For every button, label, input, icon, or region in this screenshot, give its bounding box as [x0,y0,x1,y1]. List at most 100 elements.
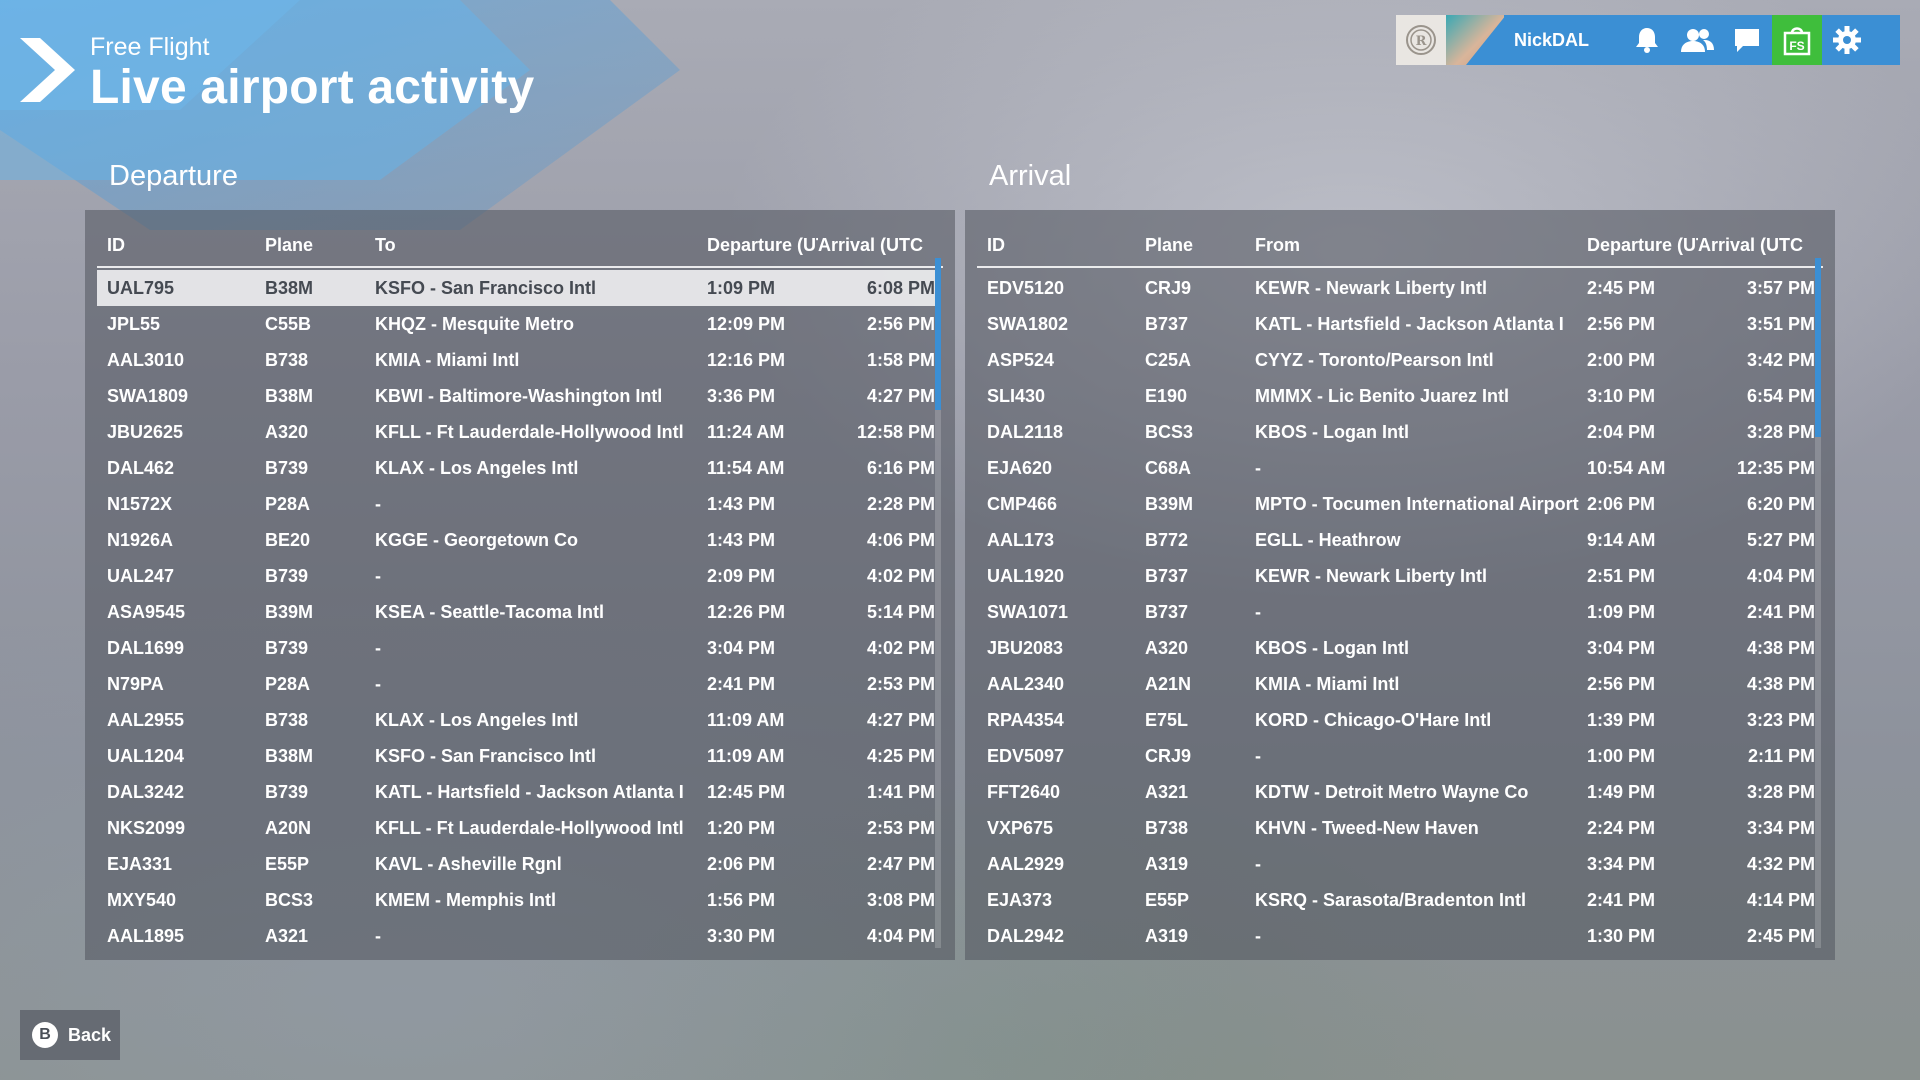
col-header-departure[interactable]: Departure (UTC) [1585,235,1698,256]
table-row[interactable]: CMP466 B39M MPTO - Tocumen International A… [977,486,1815,522]
cell-id: SWA1802 [987,313,1069,334]
table-row[interactable]: AAL2955 B738 KLAX - Los Angeles Intl 11:09 … [97,702,935,738]
cell-arrival: 5:27 PM [1746,529,1815,550]
table-row[interactable]: VXP675 B738 KHVN - Tweed-New Haven 2:24 PM 3… [977,810,1815,846]
cell-arrival: 3:23 PM [1746,709,1815,730]
cell-to: KMEM - Memphis Intl [375,889,556,910]
arrival-title: Arrival [989,160,1072,192]
table-row[interactable]: AAL2340 A21N KMIA - Miami Intl 2:56 PM 4:38 … [977,666,1815,702]
table-row[interactable]: UAL247 B739 - 2:09 PM 4:02 PM [97,558,935,594]
username[interactable]: NickDAL [1514,30,1604,51]
table-row[interactable]: N1926A BE20 KGGE - Georgetown Co 1:43 PM 4:0… [97,522,935,558]
table-row[interactable]: JPL55 C55B KHQZ - Mesquite Metro 12:09 PM 2:… [97,306,935,342]
cell-id: MXY540 [107,889,177,910]
table-row[interactable]: UAL1204 B38M KSFO - San Francisco Intl 11:0… [97,738,935,774]
table-row[interactable]: FFT2640 A321 KDTW - Detroit Metro Wayne Co… [977,774,1815,810]
avatar[interactable] [1446,15,1504,65]
table-row[interactable]: SWA1809 B38M KBWI - Baltimore-Washington I… [97,378,935,414]
table-row[interactable]: ASP524 C25A CYYZ - Toronto/Pearson Intl 2:0… [977,342,1815,378]
cell-to: KGGE - Georgetown Co [375,529,579,550]
store-icon[interactable]: FS [1772,15,1822,65]
cell-plane: B738 [265,349,309,370]
table-row[interactable]: JBU2625 A320 KFLL - Ft Lauderdale-Hollywoo… [97,414,935,450]
table-row[interactable]: EJA620 C68A - 10:54 AM 12:35 PM [977,450,1815,486]
cell-from: CYYZ - Toronto/Pearson Intl [1255,349,1494,370]
departure-scrollbar[interactable] [935,258,941,948]
col-header-arrival[interactable]: Arrival (UTC) [818,235,923,256]
cell-plane: A319 [1145,925,1189,946]
chat-icon[interactable] [1722,15,1772,65]
table-row[interactable]: SWA1071 B737 - 1:09 PM 2:41 PM [977,594,1815,630]
cell-departure: 12:09 PM [707,313,786,334]
table-row[interactable]: DAL462 B739 KLAX - Los Angeles Intl 11:54 A… [97,450,935,486]
table-row[interactable]: DAL2118 BCS3 KBOS - Logan Intl 2:04 PM 3:28 … [977,414,1815,450]
table-row[interactable]: AAL3010 B738 KMIA - Miami Intl 12:16 PM 1:58… [97,342,935,378]
table-row[interactable]: RPA4354 E75L KORD - Chicago-O'Hare Intl 1:3… [977,702,1815,738]
cell-from: - [1255,601,1261,622]
cell-plane: B38M [265,745,314,766]
cell-to: - [375,565,381,586]
cell-to: KMIA - Miami Intl [375,349,520,370]
col-header-to[interactable]: To [375,235,705,256]
cell-to: KSFO - San Francisco Intl [375,277,597,298]
cell-departure: 3:04 PM [1587,637,1656,658]
cell-arrival: 2:47 PM [866,853,935,874]
cell-id: AAL1895 [107,925,185,946]
table-row[interactable]: EJA373 E55P KSRQ - Sarasota/Bradenton Intl… [977,882,1815,918]
friends-icon[interactable] [1672,15,1722,65]
departure-scroll-thumb[interactable] [935,258,941,410]
table-row[interactable]: DAL1699 B739 - 3:04 PM 4:02 PM [97,630,935,666]
cell-departure: 1:56 PM [707,889,776,910]
table-row[interactable]: N79PA P28A - 2:41 PM 2:53 PM [97,666,935,702]
cell-to: KATL - Hartsfield - Jackson Atlanta I [375,781,684,802]
table-row[interactable]: DAL3242 B739 KATL - Hartsfield - Jackson A… [97,774,935,810]
arrival-scroll-thumb[interactable] [1815,258,1821,437]
cell-to: - [375,673,381,694]
arrival-scrollbar[interactable] [1815,258,1821,948]
table-row[interactable]: AAL2929 A319 - 3:34 PM 4:32 PM [977,846,1815,882]
cell-departure: 11:54 AM [707,457,785,478]
bell-icon[interactable] [1622,15,1672,65]
profile-badge[interactable]: R [1396,15,1446,65]
col-header-arrival[interactable]: Arrival (UTC) [1698,235,1803,256]
col-header-departure[interactable]: Departure (UTC) [705,235,818,256]
cell-arrival: 4:32 PM [1746,853,1815,874]
table-row[interactable]: EDV5120 CRJ9 KEWR - Newark Liberty Intl 2:4… [977,270,1815,306]
table-row[interactable]: ASA9545 B39M KSEA - Seattle-Tacoma Intl 12:… [97,594,935,630]
cell-arrival: 3:28 PM [1746,421,1815,442]
cell-departure: 2:09 PM [707,565,776,586]
cell-id: AAL2929 [987,853,1065,874]
table-row[interactable]: JBU2083 A320 KBOS - Logan Intl 3:04 PM 4:38 … [977,630,1815,666]
table-row[interactable]: EJA331 E55P KAVL - Asheville Rgnl 2:06 PM 2:… [97,846,935,882]
col-header-plane[interactable]: Plane [265,235,375,256]
col-header-from[interactable]: From [1255,235,1585,256]
table-row[interactable]: NKS2099 A20N KFLL - Ft Lauderdale-Hollywoo… [97,810,935,846]
cell-id: ASP524 [987,349,1055,370]
cell-plane: A321 [1145,781,1189,802]
cell-departure: 11:09 AM [707,745,785,766]
cell-to: KHQZ - Mesquite Metro [375,313,575,334]
cell-arrival: 2:53 PM [866,673,935,694]
table-row[interactable]: MXY540 BCS3 KMEM - Memphis Intl 1:56 PM 3:08… [97,882,935,918]
col-header-plane[interactable]: Plane [1145,235,1255,256]
arrival-rows: EDV5120 CRJ9 KEWR - Newark Liberty Intl 2:4… [977,270,1815,954]
table-row[interactable]: N1572X P28A - 1:43 PM 2:28 PM [97,486,935,522]
table-row[interactable]: UAL1920 B737 KEWR - Newark Liberty Intl 2:5… [977,558,1815,594]
cell-from: KSRQ - Sarasota/Bradenton Intl [1255,889,1527,910]
table-row[interactable]: AAL1895 A321 - 3:30 PM 4:04 PM [97,918,935,954]
table-row[interactable]: EDV5097 CRJ9 - 1:00 PM 2:11 PM [977,738,1815,774]
gear-icon[interactable] [1822,15,1872,65]
cell-arrival: 6:54 PM [1746,385,1815,406]
table-row[interactable]: SWA1802 B737 KATL - Hartsfield - Jackson A… [977,306,1815,342]
col-header-id[interactable]: ID [977,235,1145,256]
cell-departure: 2:00 PM [1587,349,1656,370]
col-header-id[interactable]: ID [97,235,265,256]
table-row[interactable]: AAL173 B772 EGLL - Heathrow 9:14 AM 5:27 PM [977,522,1815,558]
cell-id: SLI430 [987,385,1046,406]
cell-arrival: 4:14 PM [1746,889,1815,910]
table-row[interactable]: UAL795 B38M KSFO - San Francisco Intl 1:09 … [97,270,935,306]
table-row[interactable]: SLI430 E190 MMMX - Lic Benito Juarez Intl 3… [977,378,1815,414]
cell-departure: 1:43 PM [707,529,776,550]
table-row[interactable]: DAL2942 A319 - 1:30 PM 2:45 PM [977,918,1815,954]
back-button[interactable]: B Back [20,1010,120,1060]
